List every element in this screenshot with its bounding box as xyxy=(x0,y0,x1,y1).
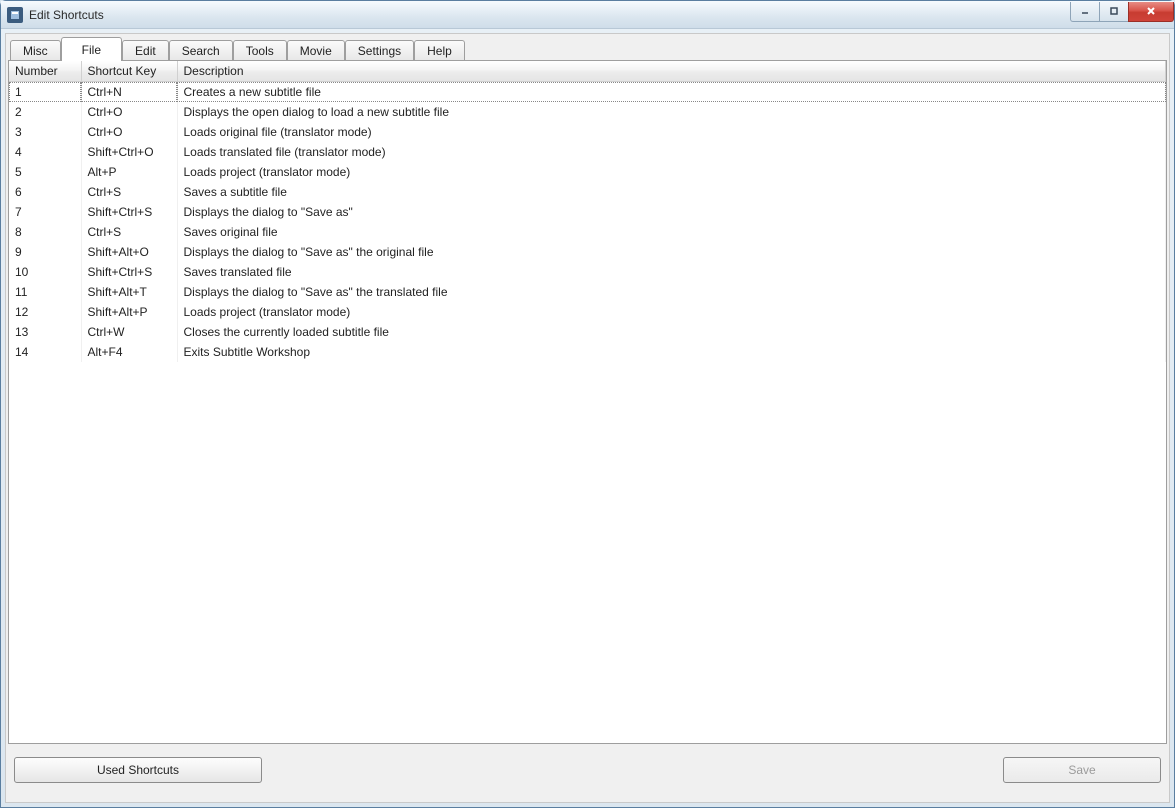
table-row[interactable]: 1Ctrl+NCreates a new subtitle file xyxy=(9,82,1166,103)
table-row[interactable]: 8Ctrl+SSaves original file xyxy=(9,222,1166,242)
table-row[interactable]: 11Shift+Alt+TDisplays the dialog to "Sav… xyxy=(9,282,1166,302)
tab-misc[interactable]: Misc xyxy=(10,40,61,61)
cell-number[interactable]: 2 xyxy=(9,102,81,122)
table-row[interactable]: 7Shift+Ctrl+SDisplays the dialog to "Sav… xyxy=(9,202,1166,222)
cell-desc[interactable]: Displays the dialog to "Save as" the tra… xyxy=(177,282,1166,302)
table-row[interactable]: 14Alt+F4Exits Subtitle Workshop xyxy=(9,342,1166,362)
tab-settings[interactable]: Settings xyxy=(345,40,414,61)
table-row[interactable]: 6Ctrl+SSaves a subtitle file xyxy=(9,182,1166,202)
cell-key[interactable]: Shift+Alt+P xyxy=(81,302,177,322)
cell-desc[interactable]: Closes the currently loaded subtitle fil… xyxy=(177,322,1166,342)
cell-desc[interactable]: Saves a subtitle file xyxy=(177,182,1166,202)
cell-key[interactable]: Ctrl+W xyxy=(81,322,177,342)
cell-key[interactable]: Shift+Ctrl+S xyxy=(81,262,177,282)
cell-desc[interactable]: Saves translated file xyxy=(177,262,1166,282)
cell-number[interactable]: 13 xyxy=(9,322,81,342)
close-button[interactable] xyxy=(1128,2,1174,22)
used-shortcuts-button[interactable]: Used Shortcuts xyxy=(14,757,262,783)
table-row[interactable]: 13Ctrl+WCloses the currently loaded subt… xyxy=(9,322,1166,342)
cell-key[interactable]: Ctrl+O xyxy=(81,102,177,122)
cell-key[interactable]: Ctrl+S xyxy=(81,222,177,242)
shortcuts-table[interactable]: Number Shortcut Key Description 1Ctrl+NC… xyxy=(9,61,1166,362)
cell-key[interactable]: Ctrl+O xyxy=(81,122,177,142)
titlebar[interactable]: Edit Shortcuts xyxy=(1,1,1174,29)
cell-key[interactable]: Alt+P xyxy=(81,162,177,182)
cell-number[interactable]: 14 xyxy=(9,342,81,362)
cell-number[interactable]: 11 xyxy=(9,282,81,302)
footer: Used Shortcuts Save xyxy=(8,744,1167,800)
tab-search[interactable]: Search xyxy=(169,40,233,61)
tab-strip: MiscFileEditSearchToolsMovieSettingsHelp xyxy=(8,36,1167,60)
cell-number[interactable]: 7 xyxy=(9,202,81,222)
cell-number[interactable]: 5 xyxy=(9,162,81,182)
column-header-desc[interactable]: Description xyxy=(177,61,1166,82)
cell-desc[interactable]: Exits Subtitle Workshop xyxy=(177,342,1166,362)
column-header-key[interactable]: Shortcut Key xyxy=(81,61,177,82)
cell-key[interactable]: Shift+Ctrl+O xyxy=(81,142,177,162)
cell-key[interactable]: Ctrl+N xyxy=(81,82,177,103)
table-row[interactable]: 10Shift+Ctrl+SSaves translated file xyxy=(9,262,1166,282)
cell-desc[interactable]: Saves original file xyxy=(177,222,1166,242)
tab-help[interactable]: Help xyxy=(414,40,465,61)
cell-number[interactable]: 1 xyxy=(9,82,81,103)
window-title: Edit Shortcuts xyxy=(29,8,104,22)
cell-number[interactable]: 6 xyxy=(9,182,81,202)
cell-desc[interactable]: Loads project (translator mode) xyxy=(177,162,1166,182)
tab-edit[interactable]: Edit xyxy=(122,40,169,61)
cell-key[interactable]: Ctrl+S xyxy=(81,182,177,202)
app-window: Edit Shortcuts MiscFileEditSearchToolsMo… xyxy=(0,0,1175,808)
cell-desc[interactable]: Creates a new subtitle file xyxy=(177,82,1166,103)
table-row[interactable]: 9Shift+Alt+ODisplays the dialog to "Save… xyxy=(9,242,1166,262)
content-area: MiscFileEditSearchToolsMovieSettingsHelp… xyxy=(5,33,1170,803)
table-row[interactable]: 3Ctrl+OLoads original file (translator m… xyxy=(9,122,1166,142)
cell-desc[interactable]: Displays the open dialog to load a new s… xyxy=(177,102,1166,122)
minimize-button[interactable] xyxy=(1070,2,1100,22)
table-row[interactable]: 2Ctrl+ODisplays the open dialog to load … xyxy=(9,102,1166,122)
cell-key[interactable]: Shift+Ctrl+S xyxy=(81,202,177,222)
shortcuts-table-wrap: Number Shortcut Key Description 1Ctrl+NC… xyxy=(8,60,1167,744)
cell-key[interactable]: Shift+Alt+O xyxy=(81,242,177,262)
cell-number[interactable]: 12 xyxy=(9,302,81,322)
column-header-number[interactable]: Number xyxy=(9,61,81,82)
table-row[interactable]: 12Shift+Alt+PLoads project (translator m… xyxy=(9,302,1166,322)
table-row[interactable]: 4Shift+Ctrl+OLoads translated file (tran… xyxy=(9,142,1166,162)
tab-file[interactable]: File xyxy=(61,37,122,61)
cell-desc[interactable]: Displays the dialog to "Save as" the ori… xyxy=(177,242,1166,262)
cell-key[interactable]: Shift+Alt+T xyxy=(81,282,177,302)
cell-desc[interactable]: Loads original file (translator mode) xyxy=(177,122,1166,142)
cell-number[interactable]: 9 xyxy=(9,242,81,262)
table-row[interactable]: 5Alt+PLoads project (translator mode) xyxy=(9,162,1166,182)
maximize-button[interactable] xyxy=(1099,2,1129,22)
cell-desc[interactable]: Loads translated file (translator mode) xyxy=(177,142,1166,162)
save-button[interactable]: Save xyxy=(1003,757,1161,783)
cell-number[interactable]: 4 xyxy=(9,142,81,162)
cell-number[interactable]: 10 xyxy=(9,262,81,282)
cell-desc[interactable]: Displays the dialog to "Save as" xyxy=(177,202,1166,222)
tab-tools[interactable]: Tools xyxy=(233,40,287,61)
cell-key[interactable]: Alt+F4 xyxy=(81,342,177,362)
app-icon xyxy=(7,7,23,23)
cell-number[interactable]: 3 xyxy=(9,122,81,142)
cell-number[interactable]: 8 xyxy=(9,222,81,242)
cell-desc[interactable]: Loads project (translator mode) xyxy=(177,302,1166,322)
tab-movie[interactable]: Movie xyxy=(287,40,345,61)
window-controls xyxy=(1071,2,1174,22)
